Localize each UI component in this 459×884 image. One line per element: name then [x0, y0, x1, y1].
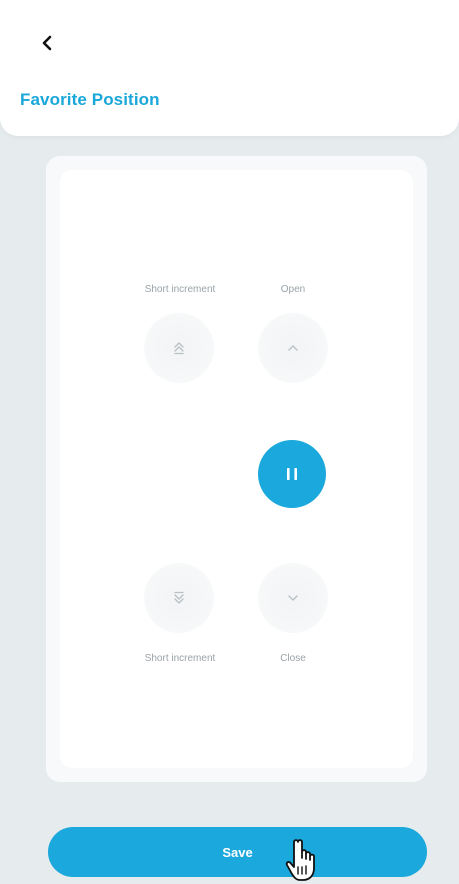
short-increment-up-icon	[174, 342, 184, 355]
back-button[interactable]	[34, 30, 62, 58]
page-title: Favorite Position	[20, 90, 160, 109]
favorite-position-screen: Favorite Position Short increment Open S…	[0, 0, 459, 884]
open-label: Open	[280, 284, 306, 295]
control-panel-inner	[60, 170, 413, 768]
pause-icon	[287, 468, 297, 480]
chevron-up-icon	[288, 345, 298, 351]
chevron-left-icon	[42, 35, 52, 51]
short-increment-down-button[interactable]	[144, 563, 214, 633]
short-increment-up-label: Short increment	[144, 284, 216, 295]
close-label: Close	[280, 653, 306, 664]
pause-button[interactable]	[258, 440, 326, 508]
close-button[interactable]	[258, 563, 328, 633]
save-button[interactable]: Save	[48, 827, 427, 877]
open-button[interactable]	[258, 313, 328, 383]
control-panel	[46, 156, 427, 782]
short-increment-up-button[interactable]	[144, 313, 214, 383]
chevron-down-icon	[288, 595, 298, 601]
header: Favorite Position	[0, 0, 459, 136]
short-increment-down-icon	[174, 591, 184, 604]
short-increment-down-label: Short increment	[144, 653, 216, 664]
